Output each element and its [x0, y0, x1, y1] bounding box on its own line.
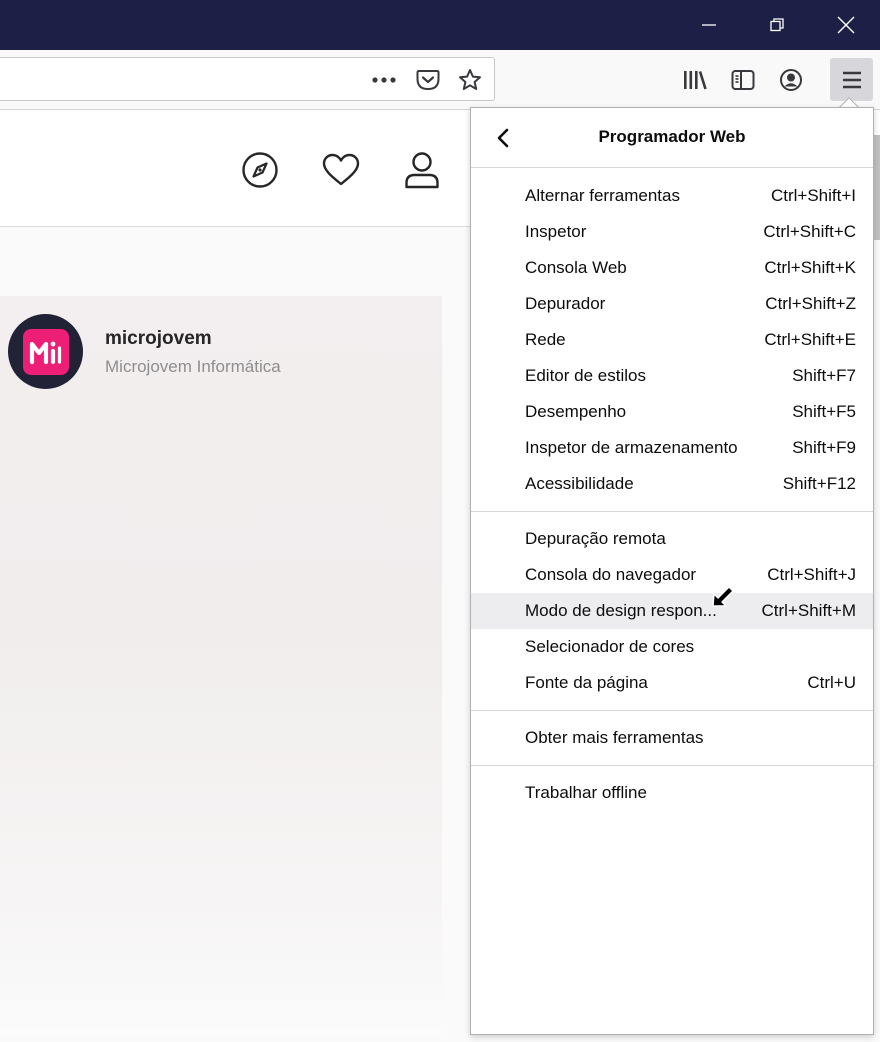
menu-item-responsive-design-mode[interactable]: Modo de design respon... Ctrl+Shift+M	[471, 593, 873, 629]
minimize-button[interactable]	[681, 0, 737, 50]
account-button[interactable]	[776, 65, 806, 95]
menu-item-shortcut: Ctrl+Shift+K	[764, 258, 856, 277]
open-menu-button[interactable]	[830, 58, 873, 101]
menu-item-label: Fonte da página	[525, 673, 648, 692]
menu-item-toggle-tools[interactable]: Alternar ferramentas Ctrl+Shift+I	[471, 178, 873, 214]
brand-logo	[22, 328, 69, 375]
menu-item-label: Inspetor	[525, 222, 587, 241]
close-button[interactable]	[818, 0, 874, 50]
menu-item-shortcut: Ctrl+Shift+J	[767, 565, 856, 584]
hamburger-menu-icon	[842, 71, 861, 88]
menu-item-shortcut: Shift+F5	[792, 402, 856, 421]
activity-link[interactable]	[320, 150, 362, 190]
window-titlebar	[0, 0, 880, 50]
menu-item-label: Depurador	[525, 294, 606, 313]
menu-item-label: Selecionador de cores	[525, 637, 695, 656]
menu-item-shortcut: Shift+F7	[792, 366, 856, 385]
menu-item-network[interactable]: Rede Ctrl+Shift+E	[471, 322, 873, 358]
web-developer-panel: Programador Web Alternar ferramentas Ctr…	[470, 107, 874, 1035]
account-icon	[780, 69, 802, 91]
menu-item-shortcut: Ctrl+Shift+I	[770, 186, 856, 205]
menu-item-shortcut: Shift+F9	[792, 438, 856, 457]
menu-item-shortcut: Ctrl+Shift+M	[761, 601, 856, 620]
menu-item-label: Desempenho	[525, 402, 627, 421]
menu-item-label: Modo de design respon...	[525, 601, 717, 620]
pocket-icon	[416, 70, 440, 91]
sidebar-button[interactable]	[728, 65, 758, 95]
pocket-button[interactable]	[413, 66, 443, 94]
restore-icon	[770, 18, 784, 32]
menu-item-work-offline[interactable]: Trabalhar offline	[471, 775, 873, 811]
menu-item-label: Acessibilidade	[525, 474, 634, 493]
menu-item-label: Rede	[525, 330, 566, 349]
page-actions-button[interactable]	[369, 66, 399, 94]
explore-compass-icon	[242, 152, 278, 188]
library-button[interactable]	[680, 65, 710, 95]
microjovem-logo-icon	[29, 341, 61, 364]
menu-item-label: Consola do navegador	[525, 565, 697, 584]
url-bar[interactable]	[0, 57, 495, 101]
menu-item-remote-debugging[interactable]: Depuração remota	[471, 521, 873, 557]
menu-item-browser-console[interactable]: Consola do navegador Ctrl+Shift+J	[471, 557, 873, 593]
sidebar-icon	[731, 70, 755, 90]
menu-item-debugger[interactable]: Depurador Ctrl+Shift+Z	[471, 286, 873, 322]
profile-link[interactable]	[401, 150, 443, 190]
menu-item-web-console[interactable]: Consola Web Ctrl+Shift+K	[471, 250, 873, 286]
menu-item-style-editor[interactable]: Editor de estilos Shift+F7	[471, 358, 873, 394]
menu-item-label: Depuração remota	[525, 529, 666, 548]
menu-item-page-source[interactable]: Fonte da página Ctrl+U	[471, 665, 873, 701]
library-icon	[684, 71, 707, 90]
menu-item-shortcut: Ctrl+Shift+Z	[765, 294, 856, 313]
avatar[interactable]	[8, 314, 83, 389]
profile-icon	[405, 152, 439, 189]
panel-header: Programador Web	[471, 108, 873, 168]
activity-heart-icon	[322, 153, 360, 186]
restore-button[interactable]	[749, 0, 805, 50]
mouse-pointer-icon	[712, 586, 734, 607]
bookmark-button[interactable]	[455, 66, 485, 94]
more-dots-icon	[372, 77, 396, 83]
menu-item-inspector[interactable]: Inspetor Ctrl+Shift+C	[471, 214, 873, 250]
minimize-icon	[702, 24, 716, 26]
menu-item-performance[interactable]: Desempenho Shift+F5	[471, 394, 873, 430]
navigation-toolbar	[0, 50, 880, 110]
menu-item-label: Editor de estilos	[525, 366, 646, 385]
bookmark-star-icon	[459, 69, 481, 90]
menu-item-shortcut: Ctrl+Shift+E	[764, 330, 856, 349]
panel-title: Programador Web	[598, 127, 746, 146]
explore-link[interactable]	[240, 150, 280, 190]
menu-item-shortcut: Ctrl+Shift+C	[763, 222, 856, 241]
close-icon	[837, 16, 855, 34]
menu-separator	[471, 765, 873, 766]
profile-username[interactable]: microjovem	[105, 328, 212, 350]
menu-item-label: Obter mais ferramentas	[525, 728, 704, 747]
menu-item-get-more-tools[interactable]: Obter mais ferramentas	[471, 720, 873, 756]
menu-item-label: Trabalhar offline	[525, 783, 647, 802]
menu-item-storage-inspector[interactable]: Inspetor de armazenamento Shift+F9	[471, 430, 873, 466]
menu-item-label: Alternar ferramentas	[525, 186, 680, 205]
menu-item-eyedropper[interactable]: Selecionador de cores	[471, 629, 873, 665]
menu-item-shortcut: Ctrl+U	[807, 673, 856, 692]
menu-item-shortcut: Shift+F12	[782, 474, 856, 493]
menu-separator	[471, 511, 873, 512]
menu-separator	[471, 710, 873, 711]
menu-item-label: Consola Web	[525, 258, 627, 277]
menu-item-label: Inspetor de armazenamento	[525, 438, 738, 457]
menu-item-accessibility[interactable]: Acessibilidade Shift+F12	[471, 466, 873, 502]
profile-full-name: Microjovem Informática	[105, 357, 281, 376]
post-image[interactable]	[0, 296, 442, 1036]
